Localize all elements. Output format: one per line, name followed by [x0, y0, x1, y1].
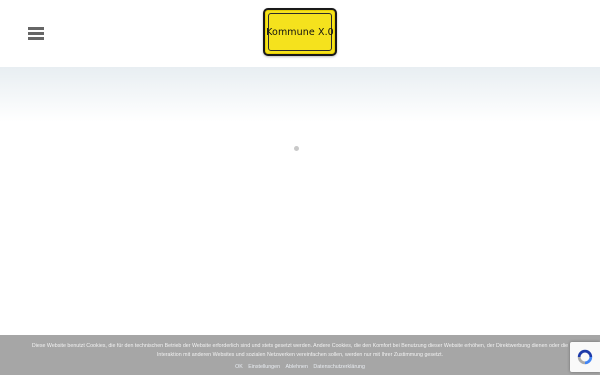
- site-logo[interactable]: Kommune X.0: [263, 8, 337, 56]
- header-gradient-band: [0, 67, 600, 122]
- cookie-banner-text: Diese Website benutzt Cookies, die für d…: [31, 343, 569, 358]
- site-header: Kommune X.0: [0, 0, 600, 67]
- hamburger-menu-icon[interactable]: [28, 27, 44, 41]
- cookie-ok-link[interactable]: OK: [235, 364, 243, 370]
- spinner-dot-icon: [294, 146, 299, 151]
- cookie-settings-link[interactable]: Einstellungen: [248, 364, 280, 370]
- cookie-decline-link[interactable]: Ablehnen: [286, 364, 308, 370]
- recaptcha-badge[interactable]: [570, 342, 600, 372]
- cookie-banner-links: OK Einstellungen Ablehnen Datenschutzerk…: [0, 363, 600, 371]
- logo-text: Kommune X.0: [266, 26, 334, 38]
- recaptcha-icon: [577, 349, 593, 365]
- privacy-policy-link[interactable]: Datenschutzerklärung: [313, 364, 365, 370]
- cookie-banner: Diese Website benutzt Cookies, die für d…: [0, 335, 600, 375]
